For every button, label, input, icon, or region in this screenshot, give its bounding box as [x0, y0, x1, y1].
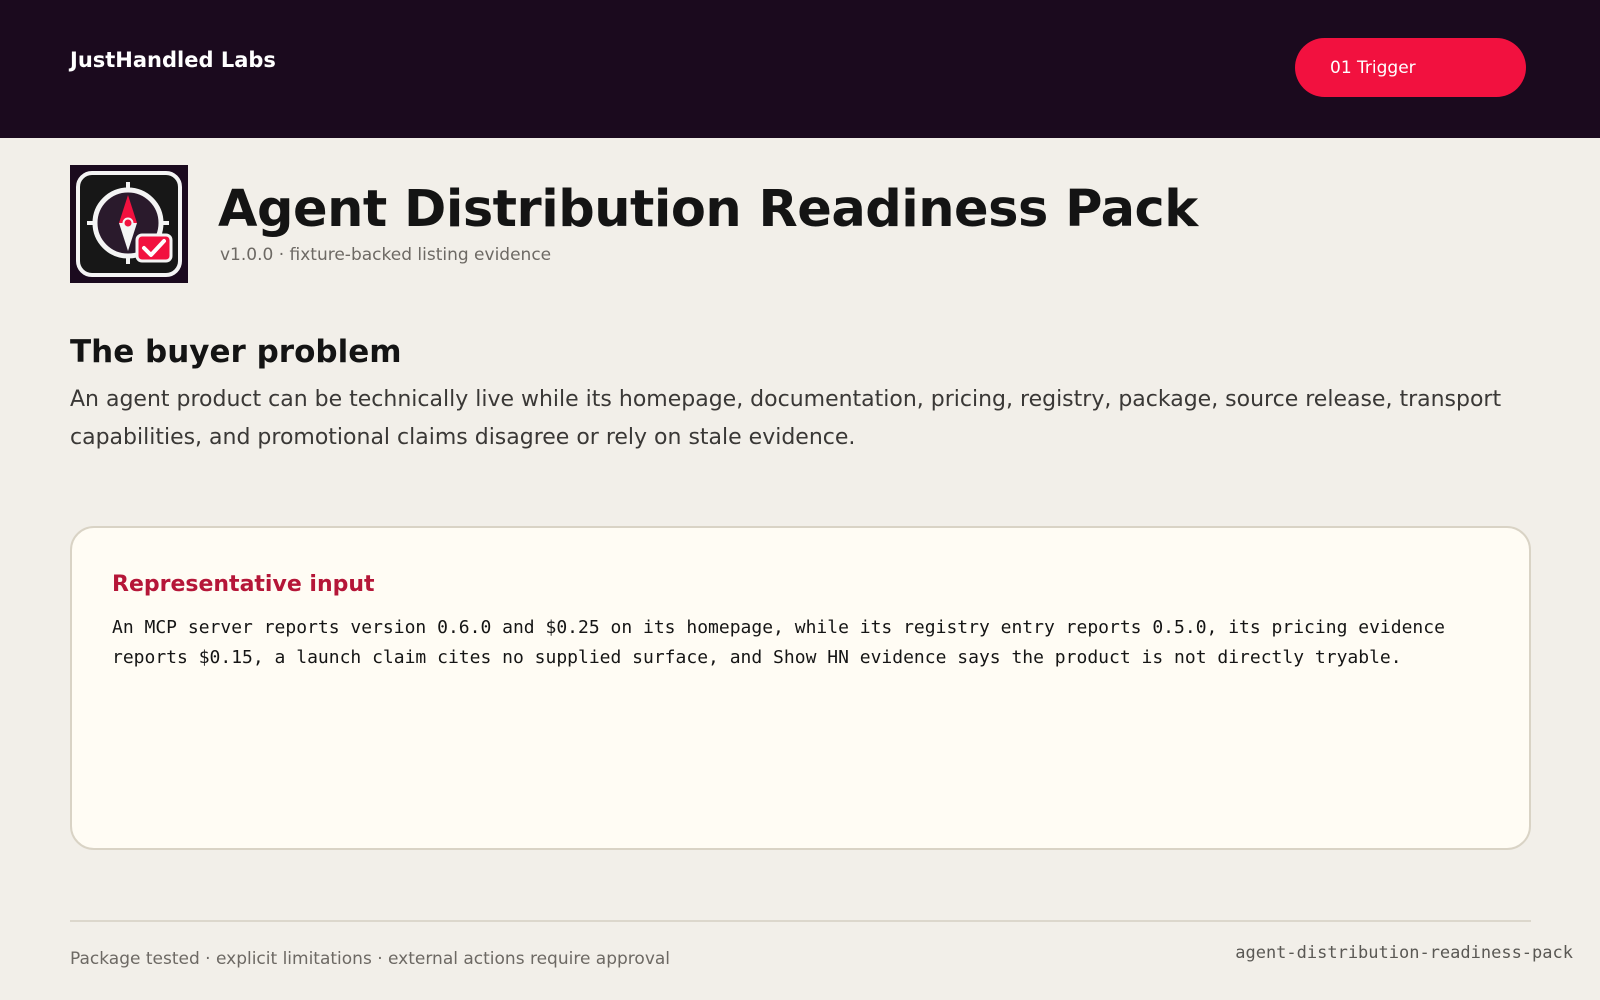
- top-bar: JustHandled Labs 01 Trigger: [0, 0, 1600, 138]
- page-title: Agent Distribution Readiness Pack: [218, 180, 1198, 239]
- version-subtitle: v1.0.0 · fixture-backed listing evidence: [220, 245, 552, 265]
- footer-divider: [70, 920, 1531, 922]
- package-slug: agent-distribution-readiness-pack: [1235, 943, 1573, 963]
- representative-input-card: Representative input An MCP server repor…: [70, 526, 1531, 850]
- card-heading: Representative input: [112, 572, 375, 597]
- compass-check-icon: [70, 165, 188, 283]
- trigger-button[interactable]: 01 Trigger: [1295, 38, 1526, 97]
- problem-description: An agent product can be technically live…: [70, 387, 1502, 450]
- problem-heading: The buyer problem: [70, 334, 402, 370]
- card-body-text: An MCP server reports version 0.6.0 and …: [112, 617, 1445, 668]
- brand-name: JustHandled Labs: [70, 48, 276, 72]
- footer-note: Package tested · explicit limitations · …: [70, 949, 671, 969]
